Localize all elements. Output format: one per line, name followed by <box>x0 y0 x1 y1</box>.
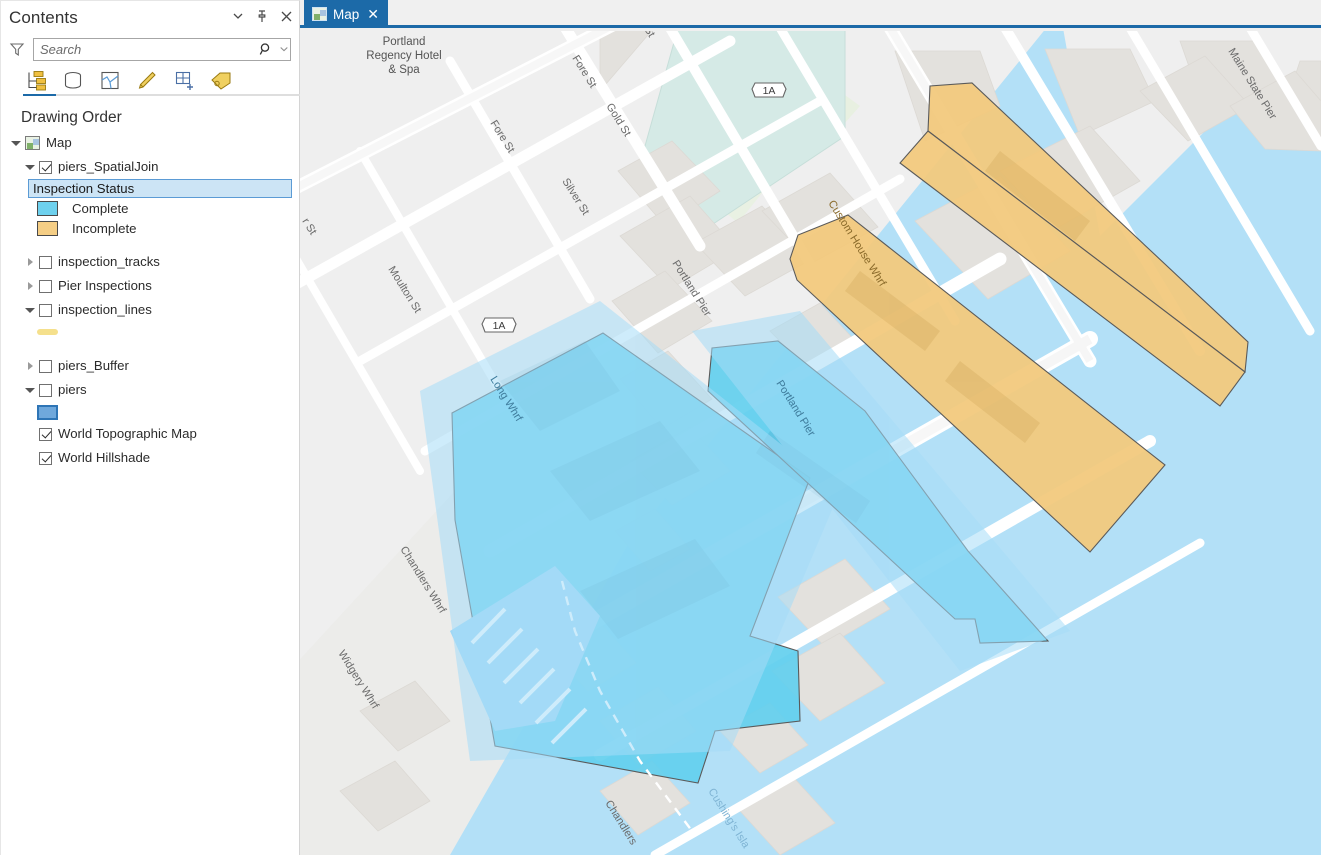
layer-visibility-checkbox[interactable] <box>39 428 52 441</box>
symbol-label: Complete <box>72 201 128 216</box>
highway-shield-1a: 1A <box>752 83 786 97</box>
tree-item-label: piers <box>58 383 87 396</box>
tree-item-label: piers_SpatialJoin <box>58 160 158 173</box>
sidebar-item-pier-inspections[interactable]: Pier Inspections <box>1 274 299 298</box>
symbol-label: Incomplete <box>72 221 137 236</box>
map-label-poi: Portland <box>383 36 426 48</box>
map-frame-icon[interactable] <box>97 68 123 94</box>
tab-label: Map <box>333 7 359 22</box>
contents-pane: Contents <box>0 0 300 855</box>
add-table-icon[interactable] <box>171 68 197 94</box>
sidebar-item-piers-buffer[interactable]: piers_Buffer <box>1 354 299 378</box>
renderer-field-selected[interactable]: Inspection Status <box>28 179 292 198</box>
search-dropdown-icon[interactable] <box>277 39 290 60</box>
layer-visibility-checkbox[interactable] <box>39 360 52 373</box>
contents-pane-header: Contents <box>1 1 299 35</box>
layer-visibility-checkbox[interactable] <box>39 304 52 317</box>
expander-placeholder <box>23 427 37 441</box>
layer-visibility-checkbox[interactable] <box>39 384 52 397</box>
map-tabstrip: Map ✕ <box>300 0 1321 28</box>
close-icon[interactable] <box>279 9 293 23</box>
symbol-swatch-complete <box>37 201 58 216</box>
expander-icon[interactable] <box>23 255 37 269</box>
filter-funnel-icon[interactable] <box>8 40 26 58</box>
expander-icon[interactable] <box>23 279 37 293</box>
search-input[interactable] <box>34 39 255 60</box>
tree-item-map[interactable]: Map <box>1 131 299 155</box>
sidebar-item-world-topographic-map[interactable]: World Topographic Map <box>1 422 299 446</box>
tool-tab-underline <box>23 94 301 96</box>
expander-icon[interactable] <box>23 383 37 397</box>
label-tag-icon[interactable] <box>208 68 234 94</box>
map-canvas[interactable]: Portland Regency Hotel & Spa Fore St For… <box>300 31 1321 855</box>
highway-shield-1a: 1A <box>482 318 516 332</box>
map-layer-icon <box>25 136 40 150</box>
layer-tree: Map piers_SpatialJoin Inspection Status … <box>1 131 299 470</box>
drawing-order-icon[interactable] <box>23 68 49 94</box>
map-label-poi: Regency Hotel <box>366 50 441 62</box>
database-cylinder-icon[interactable] <box>60 68 86 94</box>
tree-item-label: Map <box>46 136 72 149</box>
search-box[interactable] <box>33 38 291 61</box>
map-area: Map ✕ <box>300 0 1321 855</box>
sidebar-item-piers-spatialjoin[interactable]: piers_SpatialJoin <box>1 155 299 179</box>
arcgis-pro-window: Contents <box>0 0 1321 855</box>
pencil-icon[interactable] <box>134 68 160 94</box>
legend-item-inspection-line[interactable] <box>1 322 299 342</box>
legend-item-piers[interactable] <box>1 402 299 422</box>
expander-icon[interactable] <box>23 303 37 317</box>
tree-item-label: World Topographic Map <box>58 427 197 440</box>
expander-icon[interactable] <box>23 359 37 373</box>
legend-item-incomplete[interactable]: Incomplete <box>1 218 299 238</box>
svg-text:1A: 1A <box>763 85 776 97</box>
map-label-poi: & Spa <box>388 64 420 76</box>
chevron-down-icon[interactable] <box>231 9 245 23</box>
page-title: Contents <box>9 8 78 28</box>
layer-visibility-checkbox[interactable] <box>39 256 52 269</box>
tree-item-label: inspection_tracks <box>58 255 160 268</box>
layer-visibility-checkbox[interactable] <box>39 161 52 174</box>
contents-tool-tabs <box>1 63 299 99</box>
symbol-swatch-line <box>37 329 58 335</box>
pin-icon[interactable] <box>255 9 269 23</box>
layer-visibility-checkbox[interactable] <box>39 452 52 465</box>
svg-text:1A: 1A <box>493 320 506 332</box>
legend-item-complete[interactable]: Complete <box>1 198 299 218</box>
magnifier-icon[interactable] <box>255 39 277 60</box>
sidebar-item-inspection-tracks[interactable]: inspection_tracks <box>1 250 299 274</box>
tree-item-label: piers_Buffer <box>58 359 129 372</box>
map-svg: Portland Regency Hotel & Spa Fore St For… <box>300 31 1321 855</box>
map-tab-icon <box>312 7 327 21</box>
pane-header-buttons <box>231 9 293 23</box>
spacer <box>1 238 299 250</box>
sidebar-item-piers[interactable]: piers <box>1 378 299 402</box>
close-icon[interactable]: ✕ <box>367 7 379 21</box>
symbol-swatch-incomplete <box>37 221 58 236</box>
sidebar-item-inspection-lines[interactable]: inspection_lines <box>1 298 299 322</box>
sidebar-item-world-hillshade[interactable]: World Hillshade <box>1 446 299 470</box>
tree-item-label: World Hillshade <box>58 451 150 464</box>
drawing-order-heading: Drawing Order <box>1 99 299 131</box>
expander-icon[interactable] <box>23 160 37 174</box>
search-row <box>1 35 299 63</box>
spacer <box>1 342 299 354</box>
tree-item-label: Pier Inspections <box>58 279 152 292</box>
tab-map[interactable]: Map ✕ <box>304 0 388 28</box>
tree-item-label: inspection_lines <box>58 303 152 316</box>
expander-placeholder <box>23 451 37 465</box>
symbol-swatch-piers <box>37 405 58 420</box>
expander-map-icon[interactable] <box>9 136 23 150</box>
layer-visibility-checkbox[interactable] <box>39 280 52 293</box>
